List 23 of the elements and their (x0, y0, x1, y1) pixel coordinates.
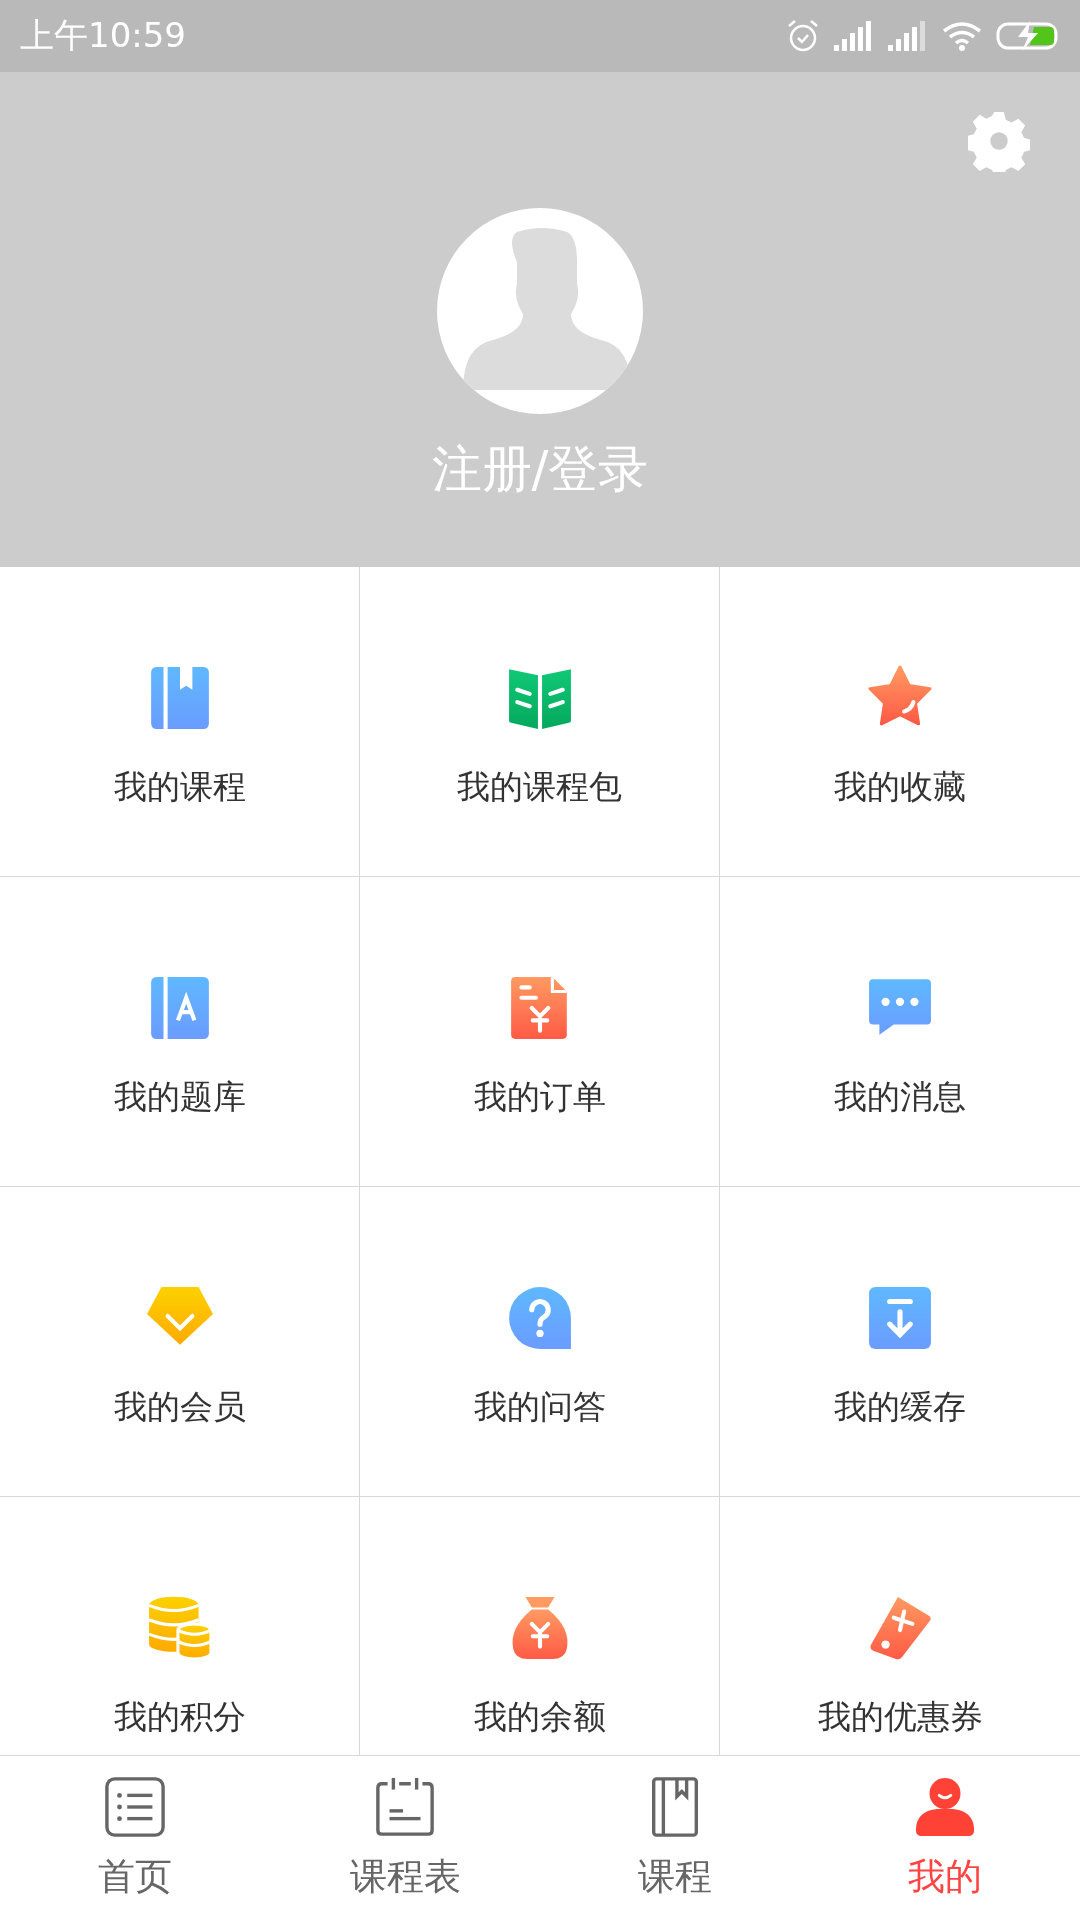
calendar-icon (374, 1776, 436, 1838)
coins-icon (146, 1595, 213, 1661)
menu-tile[interactable]: 我的课程 (0, 567, 360, 877)
download-icon (867, 1285, 933, 1351)
tab[interactable]: 课程 (540, 1756, 810, 1920)
settings-icon[interactable] (968, 110, 1030, 172)
menu-tile[interactable]: 我的会员 (0, 1187, 360, 1497)
signal-icon (888, 21, 928, 51)
list-icon (104, 1776, 166, 1838)
menu-tile[interactable]: 我的订单 (360, 877, 720, 1187)
battery-charging-icon (996, 21, 1060, 51)
person-icon (914, 1776, 976, 1838)
menu-tile[interactable]: 我的问答 (360, 1187, 720, 1497)
alarm-icon (786, 19, 820, 53)
question-bubble-icon (506, 1285, 573, 1351)
tag-icon (867, 1595, 933, 1661)
wifi-icon (942, 21, 982, 51)
menu-tile[interactable]: 我的题库 (0, 877, 360, 1187)
tab[interactable]: 课程表 (270, 1756, 540, 1920)
tab[interactable]: 首页 (0, 1756, 270, 1920)
status-time: 上午10:59 (20, 14, 187, 57)
signal-icon (834, 21, 874, 51)
menu-tile[interactable]: 我的课程包 (360, 567, 720, 877)
